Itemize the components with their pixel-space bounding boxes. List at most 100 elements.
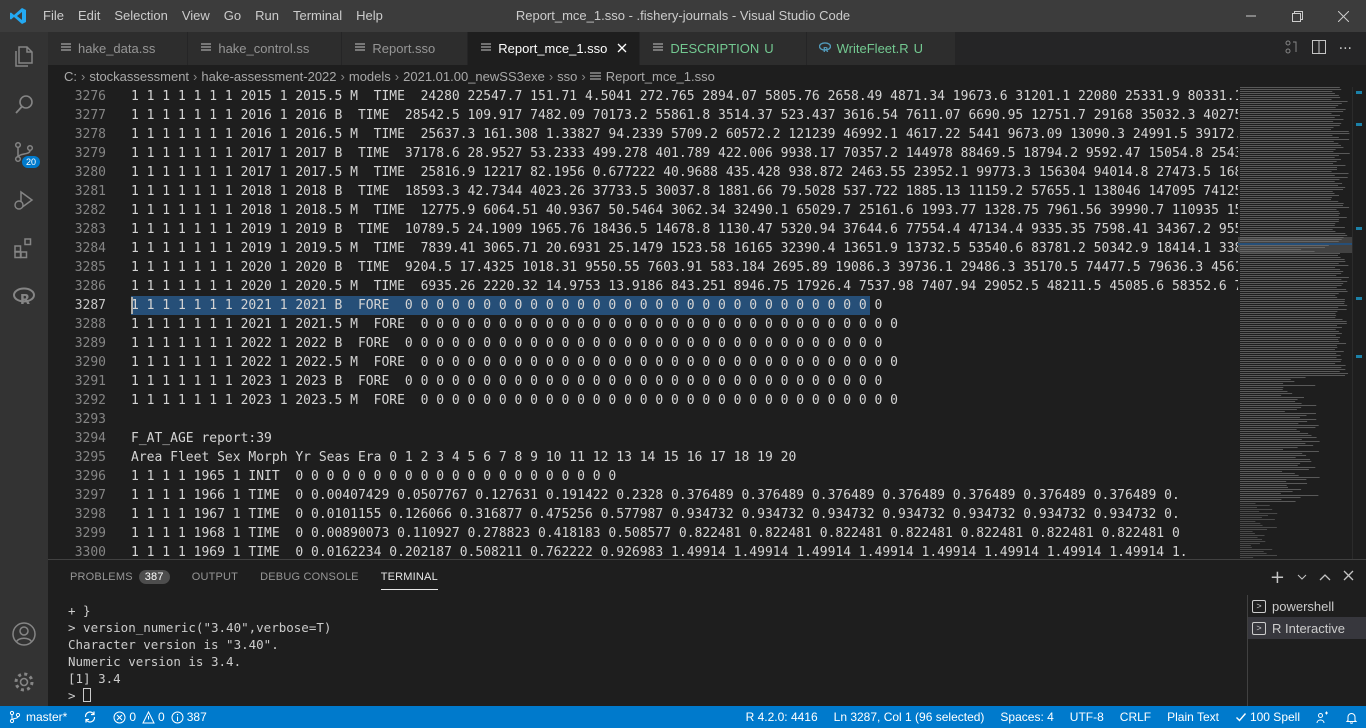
line-number: 3286 <box>74 279 106 294</box>
terminal-line-text: > version_numeric("3.40",verbose=T) <box>68 620 332 635</box>
code-line[interactable]: 3287 1 1 1 1 1 1 1 2021 1 2021 B FORE 0 0… <box>48 296 1238 315</box>
line-text: 1 1 1 1 1 1 1 2015 1 2015.5 M TIME 24280… <box>131 89 1238 104</box>
account-icon[interactable] <box>0 610 48 658</box>
maximize-panel-icon[interactable] <box>1319 570 1331 585</box>
code-line[interactable]: 3278 1 1 1 1 1 1 1 2016 1 2016.5 M TIME 2… <box>48 125 1238 144</box>
feedback-icon[interactable] <box>1308 706 1337 728</box>
spell-check-status[interactable]: 100 Spell <box>1227 706 1308 728</box>
menu-edit[interactable]: Edit <box>71 0 107 32</box>
menu-view[interactable]: View <box>175 0 217 32</box>
code-line[interactable]: 3283 1 1 1 1 1 1 1 2019 1 2019 B TIME 107… <box>48 220 1238 239</box>
editor-text-area[interactable]: 3276 1 1 1 1 1 1 1 2015 1 2015.5 M TIME 2… <box>48 87 1238 559</box>
extensions-icon[interactable] <box>0 224 48 272</box>
tab-label: hake_data.ss <box>78 41 156 56</box>
scm-badge: 20 <box>21 156 40 168</box>
code-line[interactable]: 3290 1 1 1 1 1 1 1 2022 1 2022.5 M FORE 0… <box>48 353 1238 372</box>
terminal-instance[interactable]: > powershell <box>1248 595 1366 617</box>
cursor-position[interactable]: Ln 3287, Col 1 (96 selected) <box>826 706 993 728</box>
line-number: 3298 <box>74 507 106 522</box>
breadcrumb-item[interactable]: stockassessment <box>89 69 189 84</box>
restore-icon[interactable] <box>1274 0 1320 32</box>
tab-hake-data-ss[interactable]: hake_data.ss <box>48 32 189 65</box>
code-line[interactable]: 3281 1 1 1 1 1 1 1 2018 1 2018 B TIME 185… <box>48 182 1238 201</box>
explorer-icon[interactable] <box>0 32 48 80</box>
open-changes-icon[interactable] <box>1283 39 1299 59</box>
run-debug-icon[interactable] <box>0 176 48 224</box>
close-panel-icon[interactable] <box>1343 570 1354 585</box>
source-control-icon[interactable]: 20 <box>0 128 48 176</box>
vscode-logo-icon[interactable] <box>0 0 36 32</box>
more-actions-icon[interactable]: ··· <box>1339 41 1352 57</box>
search-icon[interactable] <box>0 80 48 128</box>
breadcrumb-item[interactable]: 2021.01.00_newSS3exe <box>403 69 545 84</box>
language-mode[interactable]: Plain Text <box>1159 706 1227 728</box>
breadcrumb-item[interactable]: Report_mce_1.sso <box>606 69 715 84</box>
panel-tab-problems[interactable]: PROBLEMS 387 <box>70 560 170 595</box>
new-terminal-icon[interactable]: + <box>1270 567 1285 588</box>
close-tab-icon[interactable] <box>615 41 629 56</box>
line-text: 1 1 1 1 1967 1 TIME 0 0.0101155 0.126066… <box>131 507 1180 522</box>
manage-gear-icon[interactable] <box>0 658 48 706</box>
code-line[interactable]: 3279 1 1 1 1 1 1 1 2017 1 2017 B TIME 371… <box>48 144 1238 163</box>
code-line[interactable]: 3296 1 1 1 1 1965 1 INIT 0 0 0 0 0 0 0 0 … <box>48 467 1238 486</box>
menu-run[interactable]: Run <box>248 0 286 32</box>
breadcrumb-item[interactable]: models <box>349 69 391 84</box>
indentation-status[interactable]: Spaces: 4 <box>992 706 1061 728</box>
menu-help[interactable]: Help <box>349 0 390 32</box>
tab-writefleet-r[interactable]: R WriteFleet.R U <box>806 32 957 65</box>
code-line[interactable]: 3299 1 1 1 1 1968 1 TIME 0 0.00890073 0.1… <box>48 524 1238 543</box>
tab-report-sso[interactable]: Report.sso <box>342 32 469 65</box>
terminal-instance[interactable]: > R Interactive <box>1248 617 1366 639</box>
git-branch[interactable]: master* <box>0 706 75 728</box>
close-icon[interactable] <box>1320 0 1366 32</box>
terminal-output[interactable]: + } > version_numeric("3.40",verbose=T) Ch… <box>68 602 1228 706</box>
code-line[interactable]: 3297 1 1 1 1 1966 1 TIME 0 0.00407429 0.0… <box>48 486 1238 505</box>
code-line[interactable]: 3280 1 1 1 1 1 1 1 2017 1 2017.5 M TIME 2… <box>48 163 1238 182</box>
panel-tab-output[interactable]: OUTPUT <box>192 560 238 595</box>
breadcrumb-item[interactable]: hake-assessment-2022 <box>201 69 336 84</box>
menu-terminal[interactable]: Terminal <box>286 0 349 32</box>
chevron-down-icon[interactable] <box>1297 570 1307 585</box>
tab-description[interactable]: DESCRIPTION U <box>640 32 807 65</box>
code-line[interactable]: 3293 <box>48 410 1238 429</box>
line-number: 3285 <box>74 260 106 275</box>
menu-file[interactable]: File <box>36 0 71 32</box>
line-text: 1 1 1 1 1 1 1 2017 1 2017.5 M TIME 25816… <box>131 165 1238 180</box>
minimap[interactable] <box>1238 87 1352 559</box>
code-line[interactable]: 3282 1 1 1 1 1 1 1 2018 1 2018.5 M TIME 1… <box>48 201 1238 220</box>
code-line[interactable]: 3286 1 1 1 1 1 1 1 2020 1 2020.5 M TIME 6… <box>48 277 1238 296</box>
breadcrumb-item[interactable]: C: <box>64 69 77 84</box>
code-line[interactable]: 3294 F_AT_AGE report:39 <box>48 429 1238 448</box>
sync-icon[interactable] <box>75 706 105 728</box>
code-line[interactable]: 3291 1 1 1 1 1 1 1 2023 1 2023 B FORE 0 0… <box>48 372 1238 391</box>
r-version-status[interactable]: R 4.2.0: 4416 <box>738 706 826 728</box>
code-line[interactable]: 3298 1 1 1 1 1967 1 TIME 0 0.0101155 0.12… <box>48 505 1238 524</box>
code-line[interactable]: 3289 1 1 1 1 1 1 1 2022 1 2022 B FORE 0 0… <box>48 334 1238 353</box>
code-line[interactable]: 3300 1 1 1 1 1969 1 TIME 0 0.0162234 0.20… <box>48 543 1238 559</box>
terminal-instance-label: powershell <box>1272 598 1335 614</box>
notifications-bell-icon[interactable] <box>1337 706 1366 728</box>
tab-hake-control-ss[interactable]: hake_control.ss <box>188 32 343 65</box>
r-icon[interactable]: R <box>0 272 48 320</box>
editor-scrollbar[interactable] <box>1352 87 1366 559</box>
panel-tab-debug-console[interactable]: DEBUG CONSOLE <box>260 560 359 595</box>
split-editor-icon[interactable] <box>1311 39 1327 59</box>
minimize-icon[interactable] <box>1228 0 1274 32</box>
menu-go[interactable]: Go <box>217 0 248 32</box>
code-line[interactable]: 3276 1 1 1 1 1 1 1 2015 1 2015.5 M TIME 2… <box>48 87 1238 106</box>
menu-selection[interactable]: Selection <box>107 0 174 32</box>
code-line[interactable]: 3285 1 1 1 1 1 1 1 2020 1 2020 B TIME 920… <box>48 258 1238 277</box>
tab-report-mce-1-sso[interactable]: Report_mce_1.sso <box>468 32 641 65</box>
code-line[interactable]: 3292 1 1 1 1 1 1 1 2023 1 2023.5 M FORE 0… <box>48 391 1238 410</box>
encoding-status[interactable]: UTF-8 <box>1062 706 1112 728</box>
problems-summary[interactable]: 0 0 387 <box>105 706 214 728</box>
code-line[interactable]: 3295 Area Fleet Sex Morph Yr Seas Era 0 1… <box>48 448 1238 467</box>
breadcrumb-item[interactable]: sso <box>557 69 577 84</box>
panel-tab-terminal[interactable]: TERMINAL <box>380 560 439 595</box>
code-line[interactable]: 3284 1 1 1 1 1 1 1 2019 1 2019.5 M TIME 7… <box>48 239 1238 258</box>
code-line[interactable]: 3277 1 1 1 1 1 1 1 2016 1 2016 B TIME 285… <box>48 106 1238 125</box>
code-line[interactable]: 3288 1 1 1 1 1 1 1 2021 1 2021.5 M FORE 0… <box>48 315 1238 334</box>
eol-status[interactable]: CRLF <box>1112 706 1159 728</box>
line-text: 1 1 1 1 1969 1 TIME 0 0.0162234 0.202187… <box>131 545 1188 559</box>
tab-label: Report.sso <box>372 41 436 56</box>
